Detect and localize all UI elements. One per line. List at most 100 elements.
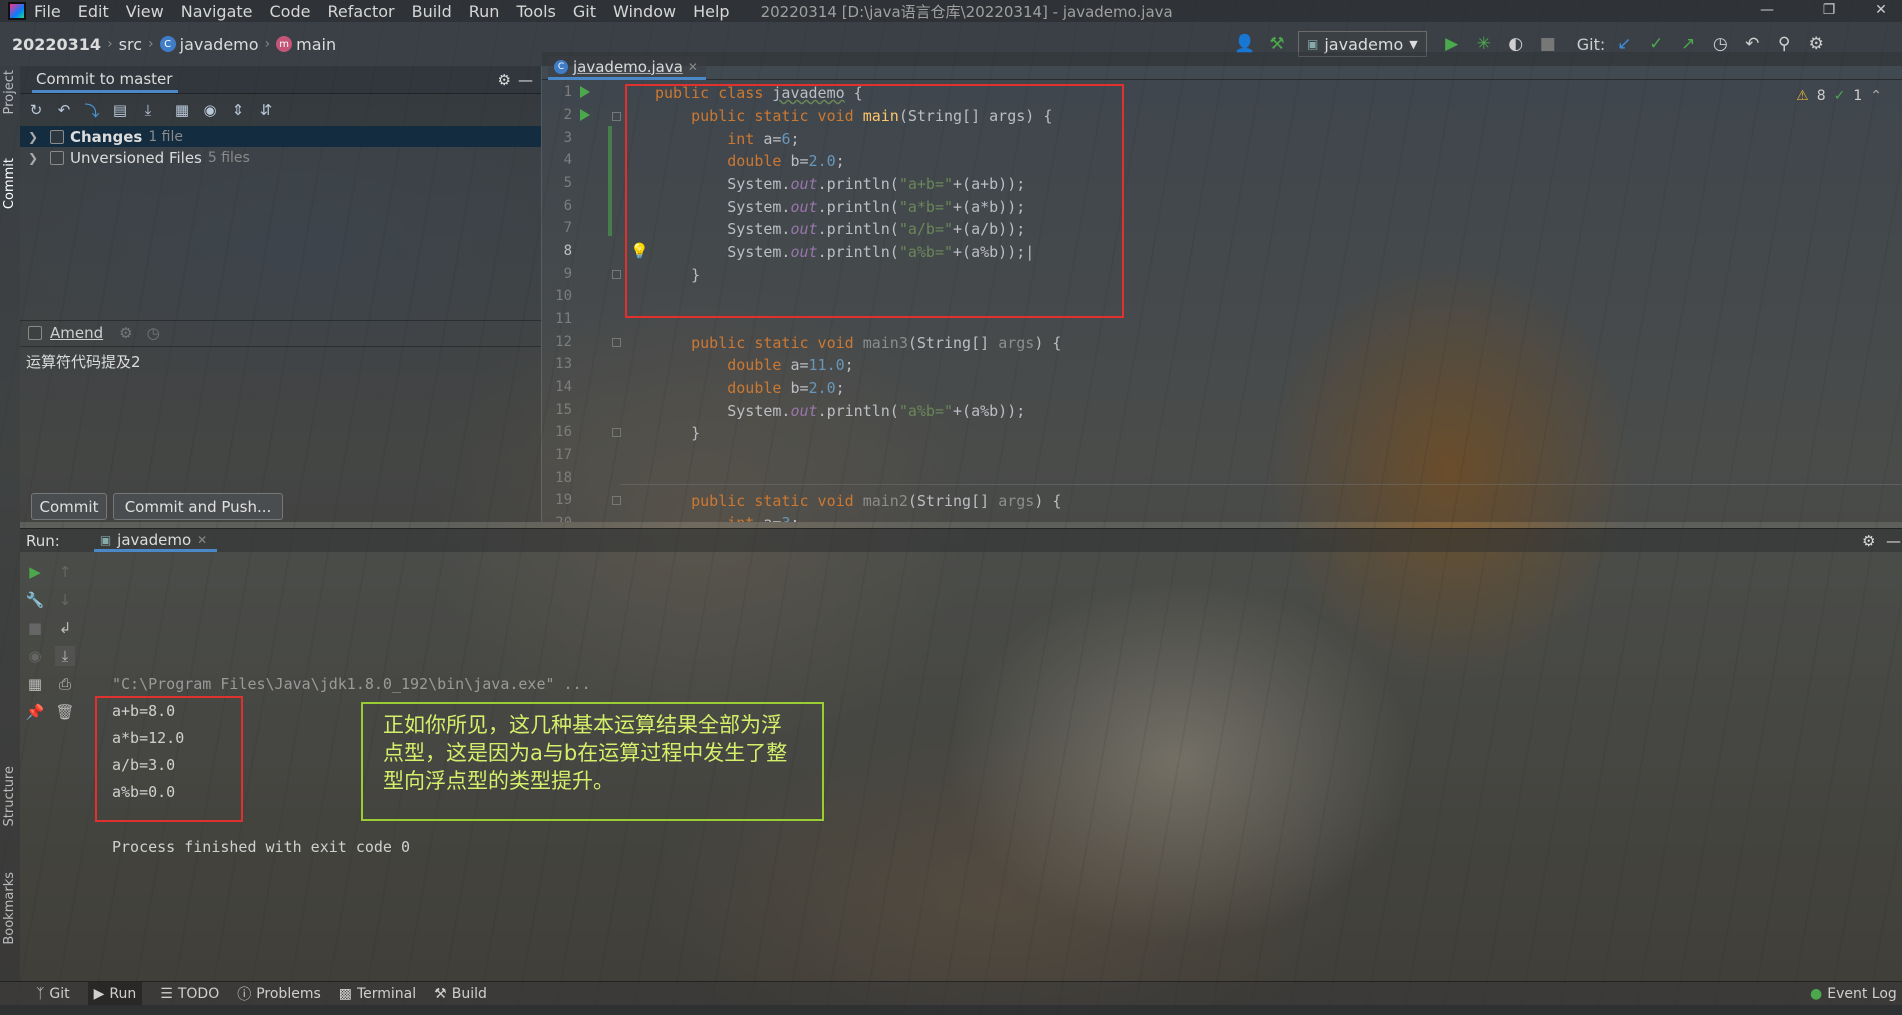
tool-tab-git[interactable]: ᛉ Git: [36, 986, 70, 1002]
print-icon[interactable]: ⎙: [55, 674, 75, 694]
eye-icon[interactable]: ◉: [200, 99, 220, 121]
fold-marker-icon[interactable]: [612, 270, 621, 279]
restore-icon[interactable]: ❐: [1808, 0, 1850, 22]
scroll-to-end-icon[interactable]: ⤓: [55, 646, 75, 666]
stop-icon[interactable]: ■: [25, 618, 45, 638]
minimize-icon[interactable]: —: [1746, 0, 1788, 22]
code-line[interactable]: }: [655, 424, 700, 442]
chevron-right-icon[interactable]: ❯: [28, 151, 44, 165]
tool-tab-todo[interactable]: ☰ TODO: [160, 986, 219, 1002]
history-icon[interactable]: ◷: [147, 324, 160, 342]
commit-to-master-tab[interactable]: Commit to master: [32, 66, 179, 93]
chevron-up-icon[interactable]: ⌃: [1870, 88, 1882, 104]
chevron-down-icon: ▼: [1409, 37, 1418, 51]
structure-tool-tab[interactable]: Structure: [2, 766, 17, 826]
fold-marker-icon[interactable]: [612, 428, 621, 437]
list-icon: ☰: [160, 985, 173, 1002]
amend-checkbox[interactable]: [28, 325, 42, 340]
project-tool-tab[interactable]: Project: [2, 70, 17, 114]
pin-icon[interactable]: 📌: [25, 702, 45, 722]
editor-tab-javademo[interactable]: C javademo.java ✕: [548, 56, 706, 80]
menu-tools[interactable]: Tools: [516, 2, 555, 21]
git-label: Git:: [1576, 34, 1606, 54]
layout-icon[interactable]: ▦: [25, 674, 45, 694]
gear-icon[interactable]: ⚙: [498, 71, 511, 89]
run-main-gutter-icon[interactable]: [580, 109, 590, 121]
unversioned-files-node[interactable]: ❯ Unversioned Files 5 files: [20, 147, 541, 168]
tool-tab-problems[interactable]: ⓘ Problems: [237, 984, 321, 1004]
bookmarks-tool-tab[interactable]: Bookmarks: [2, 872, 17, 945]
menu-file[interactable]: File: [34, 2, 61, 21]
up-arrow-icon[interactable]: ↑: [55, 562, 75, 582]
menu-help[interactable]: Help: [693, 2, 729, 21]
run-class-gutter-icon[interactable]: [580, 86, 590, 98]
code-line[interactable]: public static void main3(String[] args) …: [655, 334, 1061, 352]
diff-icon[interactable]: ▤: [110, 99, 130, 121]
rerun-icon[interactable]: ▶: [25, 562, 45, 582]
commit-and-push-button[interactable]: Commit and Push...: [113, 493, 283, 520]
expand-all-icon[interactable]: ⇕: [228, 99, 248, 121]
menu-navigate[interactable]: Navigate: [181, 2, 253, 21]
group-by-icon[interactable]: ▦: [172, 99, 192, 121]
run-tab-javademo[interactable]: ▣ javademo ✕: [93, 529, 218, 552]
breadcrumb-class[interactable]: javademo: [180, 35, 259, 54]
down-arrow-icon[interactable]: ↓: [55, 590, 75, 610]
collapse-all-icon[interactable]: ⇵: [256, 99, 276, 121]
tool-tab-terminal[interactable]: ▩ Terminal: [339, 986, 416, 1002]
close-tab-icon[interactable]: ✕: [688, 60, 698, 74]
inspection-indicator[interactable]: ⚠ 8 ✓ 1 ⌃: [1796, 88, 1882, 104]
refresh-icon[interactable]: ↻: [26, 99, 46, 121]
line-number: 20: [542, 515, 572, 522]
gear-icon[interactable]: ⚙: [1862, 532, 1875, 550]
code-line[interactable]: int a=3;: [655, 514, 799, 522]
update-icon[interactable]: ⤵: [82, 99, 102, 121]
close-icon[interactable]: ✕: [1860, 0, 1902, 22]
menu-view[interactable]: View: [126, 2, 164, 21]
line-number: 18: [555, 470, 572, 486]
tool-tab-build[interactable]: ⚒ Build: [434, 986, 487, 1002]
commit-tool-tab[interactable]: Commit: [2, 158, 17, 209]
trash-icon[interactable]: 🗑: [55, 702, 75, 722]
breadcrumb-src[interactable]: src: [119, 35, 142, 54]
breadcrumb-project[interactable]: 20220314: [12, 35, 101, 54]
changes-node[interactable]: ❯ Changes 1 file: [20, 126, 541, 147]
download-icon[interactable]: ⤓: [138, 99, 158, 121]
commit-message-field[interactable]: 运算符代码提及2: [20, 346, 541, 486]
breadcrumb-method[interactable]: main: [296, 35, 336, 54]
fold-marker-icon[interactable]: [612, 496, 621, 505]
menu-window[interactable]: Window: [613, 2, 676, 21]
line-number-active: 8: [563, 243, 572, 259]
code-line[interactable]: double b=2.0;: [655, 379, 844, 397]
menu-edit[interactable]: Edit: [78, 2, 109, 21]
unversioned-checkbox[interactable]: [50, 150, 64, 165]
menu-run[interactable]: Run: [469, 2, 500, 21]
amend-label[interactable]: Amend: [50, 324, 103, 342]
tool-tab-run[interactable]: ▶ Run: [87, 981, 143, 1006]
run-toolbar: ▶ 🔧 ■ ◉ ▦ 📌: [22, 554, 48, 894]
line-number: 2: [563, 107, 572, 123]
menu-build[interactable]: Build: [412, 2, 452, 21]
code-line[interactable]: public static void main2(String[] args) …: [655, 492, 1061, 510]
terminal-icon: ▩: [338, 985, 352, 1002]
fold-marker-icon[interactable]: [612, 338, 621, 347]
hide-icon[interactable]: —: [518, 71, 533, 89]
changes-checkbox[interactable]: [50, 129, 64, 144]
fold-marker-icon[interactable]: [612, 112, 621, 121]
code-line[interactable]: double a=11.0;: [655, 356, 853, 374]
camera-icon[interactable]: ◉: [25, 646, 45, 666]
settings-gear-icon[interactable]: ⚙: [119, 324, 132, 342]
hide-icon[interactable]: —: [1886, 532, 1901, 550]
line-number: 9: [563, 266, 572, 282]
menu-git[interactable]: Git: [573, 2, 596, 21]
config-icon: ▣: [1307, 37, 1319, 51]
menu-refactor[interactable]: Refactor: [327, 2, 394, 21]
event-log-tab[interactable]: ● Event Log: [1810, 986, 1897, 1002]
soft-wrap-icon[interactable]: ↲: [55, 618, 75, 638]
menu-code[interactable]: Code: [270, 2, 311, 21]
close-tab-icon[interactable]: ✕: [197, 533, 207, 547]
chevron-right-icon[interactable]: ❯: [28, 130, 44, 144]
rollback-icon[interactable]: ↶: [54, 99, 74, 121]
code-line[interactable]: System.out.println("a%b="+(a%b));: [655, 402, 1025, 420]
commit-button[interactable]: Commit: [31, 493, 107, 520]
wrench-icon[interactable]: 🔧: [25, 590, 45, 610]
